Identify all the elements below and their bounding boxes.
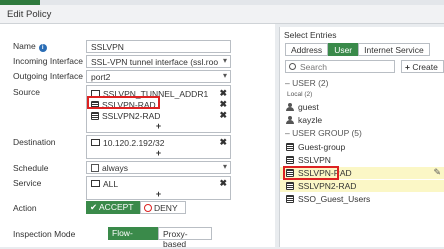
panel-title: Select Entries (284, 30, 337, 40)
name-input[interactable]: SSLVPN (86, 40, 231, 53)
edit-icon[interactable]: ✎ (433, 167, 441, 178)
highlight-box (87, 96, 160, 109)
inspection-mode-label: Inspection Mode (13, 229, 76, 239)
list-item[interactable]: guest (280, 101, 444, 113)
remove-icon[interactable]: ✖ (219, 110, 227, 121)
calendar-icon (91, 164, 99, 172)
search-input[interactable]: Search (285, 60, 395, 73)
service-label: Service (13, 178, 42, 188)
list-item[interactable]: SSO_Guest_Users (280, 193, 444, 205)
deny-button[interactable]: DENY (140, 201, 186, 214)
proxy-based-button[interactable]: Proxy-based (158, 227, 212, 249)
incoming-interface-value: SSL-VPN tunnel interface (ssl.roo (91, 57, 219, 67)
list-item[interactable]: Guest-group (280, 141, 444, 153)
destination-entry: 10.120.2.192/32 (91, 137, 164, 148)
dialog-title: Edit Policy (0, 5, 444, 24)
info-icon[interactable]: i (38, 44, 47, 52)
remove-icon[interactable]: ✖ (219, 88, 227, 99)
schedule-select[interactable]: always ▾ (86, 161, 231, 174)
outgoing-interface-value: port2 (91, 72, 111, 82)
list-item[interactable]: SSLVPN (280, 154, 444, 166)
add-service-icon[interactable]: + (87, 189, 230, 199)
user-group-icon (286, 195, 294, 203)
local-label: Local (2) (287, 91, 313, 98)
user-group-icon (286, 143, 294, 151)
service-icon (91, 180, 100, 187)
user-icon (286, 103, 294, 111)
incoming-interface-select[interactable]: SSL-VPN tunnel interface (ssl.roo ▾ (86, 55, 231, 68)
user-group-icon (286, 156, 294, 164)
policy-form: Name i SSLVPN Incoming Interface SSL-VPN … (0, 24, 275, 249)
source-label: Source (13, 87, 40, 97)
incoming-interface-label: Incoming Interface (13, 56, 83, 66)
accept-button[interactable]: ✔ ACCEPT (86, 201, 140, 214)
tab-user[interactable]: User (328, 43, 359, 56)
list-item[interactable]: kayzle (280, 114, 444, 126)
add-destination-icon[interactable]: + (87, 148, 230, 158)
outgoing-interface-select[interactable]: port2 ▾ (86, 70, 231, 83)
user-icon (286, 116, 294, 124)
source-list[interactable]: SSLVPN_TUNNEL_ADDR1 ✖ SSLVPN-RAD ✖ SSLVP… (86, 85, 231, 133)
list-item-selected[interactable]: SSLVPN2-RAD (280, 180, 444, 192)
flow-based-button[interactable]: Flow-based (108, 227, 158, 248)
action-label: Action (13, 203, 37, 213)
select-entries-panel: Select Entries Address User Internet Ser… (279, 27, 444, 247)
create-button[interactable]: + Create (401, 60, 444, 73)
tab-internet-service[interactable]: Internet Service (358, 43, 430, 56)
destination-list[interactable]: 10.120.2.192/32 ✖ + (86, 135, 231, 159)
outgoing-interface-label: Outgoing Interface (13, 71, 83, 81)
remove-icon[interactable]: ✖ (219, 178, 227, 189)
remove-icon[interactable]: ✖ (219, 99, 227, 110)
chevron-down-icon: ▾ (222, 162, 227, 171)
service-entry: ALL (91, 178, 118, 189)
source-entry: SSLVPN2-RAD (91, 110, 160, 121)
entry-tabs: Address User Internet Service (285, 43, 430, 56)
name-label: Name i (13, 41, 47, 52)
check-icon: ✔ (90, 202, 100, 212)
remove-icon[interactable]: ✖ (219, 137, 227, 148)
chevron-down-icon: ▾ (222, 71, 227, 80)
user-group-header[interactable]: – USER (2) (285, 78, 328, 88)
user-group-icon (91, 111, 99, 120)
usergroup-header[interactable]: – USER GROUP (5) (285, 128, 362, 138)
user-group-icon (286, 182, 294, 190)
address-icon (91, 139, 100, 146)
destination-label: Destination (13, 137, 56, 147)
service-list[interactable]: ALL ✖ + (86, 176, 231, 200)
tab-address[interactable]: Address (285, 43, 329, 56)
chevron-down-icon: ▾ (222, 56, 227, 65)
highlight-box (283, 166, 339, 180)
schedule-label: Schedule (13, 163, 49, 173)
deny-icon (144, 204, 152, 212)
add-source-icon[interactable]: + (87, 121, 230, 131)
search-icon (289, 63, 296, 70)
